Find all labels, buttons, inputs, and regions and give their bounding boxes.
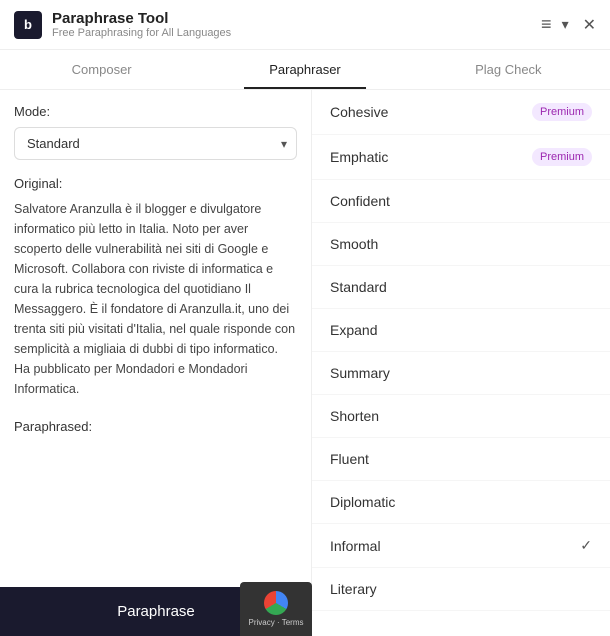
dropdown-item[interactable]: Fluent (312, 438, 610, 481)
recaptcha-badge: Privacy · Terms (240, 582, 312, 636)
dropdown-item-label: Fluent (330, 451, 369, 467)
dropdown-item[interactable]: Emphatic Premium (312, 135, 610, 180)
tab-plag-check[interactable]: Plag Check (407, 50, 610, 89)
app-title: Paraphrase Tool (52, 10, 541, 27)
tabs-bar: Composer Paraphraser Plag Check (0, 50, 610, 90)
dropdown-item-label: Literary (330, 581, 377, 597)
mode-select[interactable]: Standard (14, 127, 297, 160)
dropdown-item-label: Standard (330, 279, 387, 295)
dropdown-item-label: Confident (330, 193, 390, 209)
right-panel-dropdown: Cohesive Premium Emphatic Premium Confident S… (312, 90, 610, 626)
dropdown-item[interactable]: Informal ✓ (312, 524, 610, 568)
mode-select-wrapper: Standard (14, 127, 297, 160)
dropdown-item[interactable]: Cohesive Premium (312, 90, 610, 135)
app-logo: b (14, 11, 42, 39)
hamburger-icon[interactable]: ≡ (541, 14, 552, 35)
header-title-group: Paraphrase Tool Free Paraphrasing for Al… (52, 10, 541, 39)
premium-badge: Premium (532, 148, 592, 166)
premium-badge: Premium (532, 103, 592, 121)
dropdown-item[interactable]: Expand (312, 309, 610, 352)
dropdown-item[interactable]: Diplomatic (312, 481, 610, 524)
dropdown-item[interactable]: Shorten (312, 395, 610, 438)
app-subtitle: Free Paraphrasing for All Languages (52, 27, 541, 39)
recaptcha-logo (264, 591, 288, 615)
close-icon[interactable]: ✕ (583, 15, 596, 35)
dropdown-item-label: Expand (330, 322, 377, 338)
original-text: Salvatore Aranzulla è il blogger e divul… (14, 199, 297, 399)
dropdown-item[interactable]: Standard (312, 266, 610, 309)
dropdown-item-label: Informal (330, 538, 381, 554)
dropdown-item-label: Emphatic (330, 149, 388, 165)
dropdown-item[interactable]: Literary (312, 568, 610, 611)
header-dropdown-icon[interactable]: ▾ (562, 16, 569, 33)
original-label: Original: (14, 176, 297, 191)
tab-composer[interactable]: Composer (0, 50, 203, 89)
dropdown-item-label: Smooth (330, 236, 378, 252)
dropdown-item-label: Smart (330, 624, 367, 626)
paraphrased-label: Paraphrased: (14, 419, 297, 434)
dropdown-item-label: Summary (330, 365, 390, 381)
dropdown-item-label: Diplomatic (330, 494, 395, 510)
tab-paraphraser[interactable]: Paraphraser (203, 50, 406, 89)
dropdown-item[interactable]: Smart (312, 611, 610, 626)
dropdown-item-label: Cohesive (330, 104, 388, 120)
dropdown-item-label: Shorten (330, 408, 379, 424)
check-icon: ✓ (580, 537, 592, 554)
dropdown-item[interactable]: Smooth (312, 223, 610, 266)
mode-label: Mode: (14, 104, 297, 119)
header: b Paraphrase Tool Free Paraphrasing for … (0, 0, 610, 50)
dropdown-item[interactable]: Confident (312, 180, 610, 223)
main-content: Mode: Standard Original: Salvatore Aranz… (0, 90, 610, 626)
recaptcha-text: Privacy · Terms (249, 618, 304, 628)
header-icons: ≡ ▾ ✕ (541, 14, 596, 35)
left-panel: Mode: Standard Original: Salvatore Aranz… (0, 90, 312, 626)
dropdown-item[interactable]: Summary (312, 352, 610, 395)
